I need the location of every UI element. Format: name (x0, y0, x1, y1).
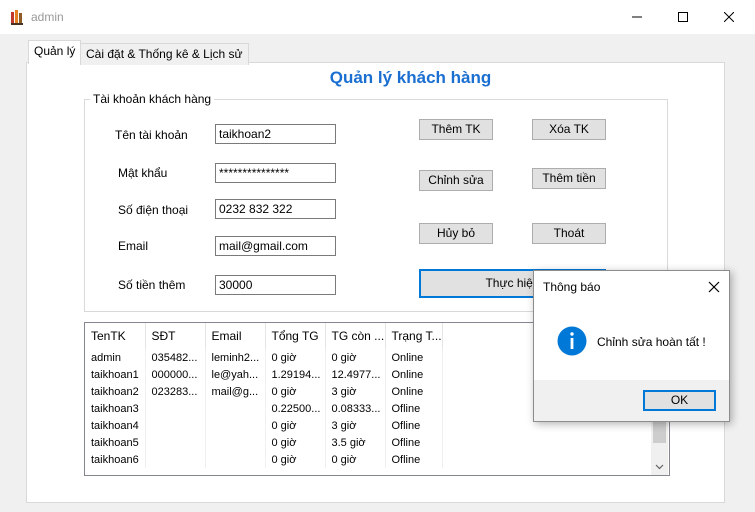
table-cell[interactable]: 0 giờ (265, 349, 326, 366)
table-cell[interactable]: admin (85, 349, 146, 366)
cancel-button[interactable]: Hủy bỏ (419, 223, 493, 244)
table-cell[interactable]: 0 giờ (265, 434, 326, 451)
groupbox-title: Tài khoản khách hàng (90, 92, 215, 106)
table-row[interactable]: taikhoan3 0.22500... 0.08333... Ofline (85, 400, 443, 417)
dialog-message: Chỉnh sửa hoàn tất ! (597, 335, 706, 349)
table-row[interactable]: taikhoan5 0 giờ 3.5 giờ Ofline (85, 434, 443, 451)
table-cell[interactable]: 023283... (145, 383, 206, 400)
delete-account-button[interactable]: Xóa TK (532, 119, 606, 140)
column-header[interactable]: TenTK (85, 323, 146, 349)
table-cell[interactable]: 0 giờ (325, 451, 386, 468)
add-account-button[interactable]: Thêm TK (419, 119, 493, 140)
table-cell[interactable]: Online (385, 349, 443, 366)
column-header[interactable]: TG còn ... (325, 323, 386, 349)
close-icon (708, 281, 720, 293)
info-icon (557, 326, 587, 356)
column-header[interactable]: Trạng T... (385, 323, 443, 349)
table-cell[interactable]: taikhoan1 (85, 366, 146, 383)
window-title: admin (31, 10, 64, 24)
page-title: Quản lý khách hàng (329, 68, 492, 87)
ok-button[interactable]: OK (643, 390, 716, 411)
exit-button[interactable]: Thoát (532, 223, 606, 244)
table-cell[interactable]: 0 giờ (325, 349, 386, 366)
tab-manage[interactable]: Quản lý (28, 40, 82, 64)
table-row[interactable]: taikhoan4 0 giờ 3 giờ Ofline (85, 417, 443, 434)
maximize-icon (678, 12, 688, 22)
table-cell[interactable]: Online (385, 383, 443, 400)
table-cell[interactable]: 035482... (145, 349, 206, 366)
table-cell[interactable] (205, 400, 266, 417)
table-cell[interactable]: 3 giờ (325, 417, 386, 434)
table-cell[interactable]: 0.08333... (325, 400, 386, 417)
tab-settings-stats-history[interactable]: Cài đặt & Thống kê & Lịch sử (80, 43, 249, 65)
notification-dialog: Thông báo Chỉnh sửa hoàn tất ! OK (533, 270, 730, 422)
table-cell[interactable]: 12.4977... (325, 366, 386, 383)
table-cell[interactable] (145, 451, 206, 468)
table-row[interactable]: taikhoan6 0 giờ 0 giờ Ofline (85, 451, 443, 468)
table-cell[interactable]: 0 giờ (265, 383, 326, 400)
column-header[interactable]: Email (205, 323, 266, 349)
minimize-button[interactable] (614, 0, 660, 34)
phone-label: Số điện thoại (118, 203, 189, 217)
close-icon (724, 12, 734, 22)
edit-button[interactable]: Chỉnh sửa (419, 170, 493, 191)
table-row[interactable]: admin 035482... leminh2... 0 giờ 0 giờ Online (85, 349, 443, 366)
table-cell[interactable]: 0 giờ (265, 451, 326, 468)
minimize-icon (632, 16, 642, 18)
table-cell[interactable]: taikhoan5 (85, 434, 146, 451)
table-cell[interactable]: 000000... (145, 366, 206, 383)
password-input[interactable] (215, 163, 336, 183)
email-input[interactable] (215, 236, 336, 256)
maximize-button[interactable] (660, 0, 706, 34)
table-cell[interactable]: Online (385, 366, 443, 383)
dialog-title: Thông báo (543, 280, 601, 294)
dialog-footer: OK (534, 380, 729, 421)
table-cell[interactable]: 0.22500... (265, 400, 326, 417)
close-button[interactable] (706, 0, 752, 34)
accounts-table: TenTK SĐT Email Tổng TG TG còn ... Trạng… (85, 323, 443, 468)
table-cell[interactable]: 1.29194... (265, 366, 326, 383)
app-icon (11, 10, 23, 25)
amount-input[interactable] (215, 275, 336, 295)
title-bar: admin (0, 0, 755, 34)
table-cell[interactable]: Ofline (385, 417, 443, 434)
phone-input[interactable] (215, 199, 336, 219)
table-cell[interactable]: 3 giờ (325, 383, 386, 400)
amount-label: Số tiền thêm (118, 278, 186, 292)
dialog-close-button[interactable] (705, 278, 723, 296)
column-header[interactable]: SĐT (145, 323, 206, 349)
table-cell[interactable]: taikhoan4 (85, 417, 146, 434)
table-row[interactable]: taikhoan2 023283... mail@g... 0 giờ 3 giờ Onl… (85, 383, 443, 400)
table-cell[interactable] (205, 451, 266, 468)
table-cell[interactable] (205, 417, 266, 434)
password-label: Mật khẩu (118, 166, 168, 180)
table-cell[interactable]: Ofline (385, 400, 443, 417)
table-row[interactable]: taikhoan1 000000... le@yah... 1.29194... 12.… (85, 366, 443, 383)
table-cell[interactable]: Ofline (385, 451, 443, 468)
table-cell[interactable]: Ofline (385, 434, 443, 451)
scroll-down-button[interactable] (651, 458, 668, 475)
email-label: Email (118, 239, 149, 253)
scrollbar-thumb[interactable] (653, 421, 666, 443)
table-cell[interactable] (145, 434, 206, 451)
table-cell[interactable] (145, 417, 206, 434)
table-cell[interactable]: mail@g... (205, 383, 266, 400)
table-cell[interactable]: taikhoan6 (85, 451, 146, 468)
account-name-label: Tên tài khoản (115, 128, 188, 142)
table-header-row: TenTK SĐT Email Tổng TG TG còn ... Trạng… (85, 323, 443, 349)
table-cell[interactable] (145, 400, 206, 417)
column-header[interactable]: Tổng TG (265, 323, 326, 349)
table-cell[interactable]: taikhoan2 (85, 383, 146, 400)
table-body: admin 035482... leminh2... 0 giờ 0 giờ Online… (85, 349, 443, 468)
table-cell[interactable]: le@yah... (205, 366, 266, 383)
table-cell[interactable]: leminh2... (205, 349, 266, 366)
account-name-input[interactable] (215, 124, 336, 144)
table-cell[interactable]: 3.5 giờ (325, 434, 386, 451)
table-cell[interactable] (205, 434, 266, 451)
chevron-down-icon (655, 464, 664, 469)
table-cell[interactable]: 0 giờ (265, 417, 326, 434)
table-cell[interactable]: taikhoan3 (85, 400, 146, 417)
add-money-button[interactable]: Thêm tiền (532, 168, 606, 189)
